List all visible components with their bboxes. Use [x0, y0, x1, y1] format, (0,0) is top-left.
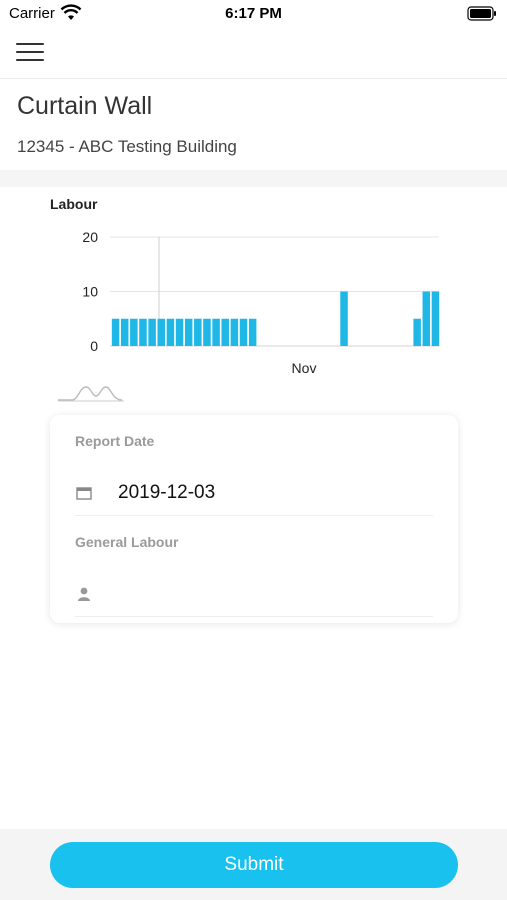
labour-chart-svg: Labour 0 10 20 Nov [50, 196, 440, 402]
bar [239, 318, 248, 346]
report-date-label: Report Date [75, 433, 155, 449]
nav-bar [0, 28, 507, 79]
status-time: 6:17 PM [225, 5, 282, 22]
y-tick-label: 10 [82, 284, 98, 300]
report-form-card: Report Date 2019-12-03 General Labour [50, 415, 458, 623]
bar [194, 318, 202, 346]
bar [230, 318, 239, 346]
bar [111, 318, 120, 346]
bar [157, 318, 166, 346]
status-bar: Carrier 6:17 PM [0, 0, 507, 28]
bar [203, 318, 211, 346]
x-tick-label: Nov [292, 360, 317, 376]
hamburger-menu-icon[interactable] [14, 40, 46, 66]
person-icon [78, 587, 90, 601]
bar [340, 291, 348, 346]
project-subtitle: 12345 - ABC Testing Building [17, 137, 237, 156]
labour-chart: Labour 0 10 20 Nov [0, 187, 507, 407]
page-title: Curtain Wall [17, 92, 153, 120]
y-tick-label: 0 [90, 338, 98, 354]
bar [139, 318, 147, 346]
bar [184, 318, 193, 346]
calendar-icon [76, 487, 92, 500]
bar [175, 318, 184, 346]
bar [413, 318, 421, 346]
bar [221, 318, 229, 346]
bar [212, 318, 220, 346]
submit-button[interactable]: Submit [50, 842, 458, 888]
chart-title: Labour [50, 196, 98, 212]
bar [431, 291, 440, 346]
bar [148, 318, 156, 346]
bar [130, 318, 138, 346]
bar [422, 291, 431, 346]
bottom-bar: Submit [0, 829, 507, 900]
y-tick-label: 20 [82, 229, 98, 245]
bar [248, 318, 257, 346]
general-labour-field[interactable] [75, 571, 433, 617]
bar [166, 318, 175, 346]
battery-icon [467, 6, 496, 21]
general-labour-label: General Labour [75, 534, 179, 550]
report-date-field[interactable]: 2019-12-03 [75, 470, 433, 516]
report-date-value: 2019-12-03 [118, 482, 216, 503]
mini-chart-icon [58, 386, 124, 402]
section-divider [0, 170, 507, 187]
page-header: Curtain Wall 12345 - ABC Testing Buildin… [0, 80, 507, 170]
bar [120, 318, 129, 346]
